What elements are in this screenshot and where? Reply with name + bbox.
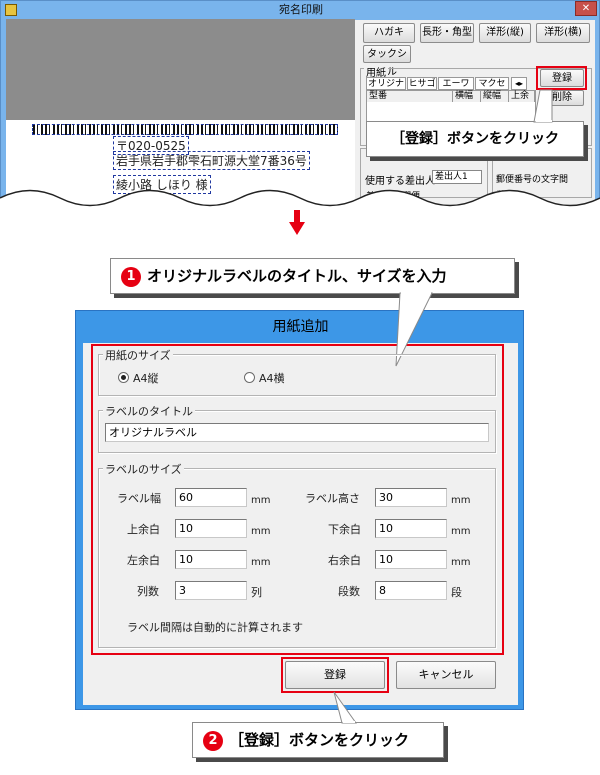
left-margin-input[interactable]: 10 — [175, 550, 247, 569]
label-width-input[interactable]: 60 — [175, 488, 247, 507]
columns-label: 列数 — [137, 585, 159, 598]
left-margin-label: 左余白 — [127, 554, 160, 567]
step-2-text: ［登録］ボタンをクリック — [229, 731, 410, 749]
columns-unit: 列 — [251, 586, 262, 599]
left-margin-unit: mm — [251, 557, 271, 568]
callout-step-1: 1 オリジナルラベルのタイトル、サイズを入力 — [110, 258, 515, 294]
rows-input[interactable]: 8 — [375, 581, 447, 600]
radio-a4-landscape-label: A4横 — [259, 372, 285, 385]
label-size-legend: ラベルのサイズ — [103, 461, 184, 477]
dialog-title: 用紙追加 — [272, 319, 329, 335]
right-margin-label: 右余白 — [328, 554, 361, 567]
bottom-margin-label: 下余白 — [328, 523, 361, 536]
radio-a4-portrait[interactable] — [118, 372, 129, 383]
callout-pointer-2 — [333, 691, 357, 724]
callout-step-2: 2 ［登録］ボタンをクリック — [192, 722, 444, 758]
label-title-legend: ラベルのタイトル — [103, 403, 195, 419]
label-height-label: ラベル高さ — [305, 492, 360, 505]
label-title-input[interactable]: オリジナルラベル — [105, 423, 489, 442]
rows-unit: 段 — [451, 586, 462, 599]
step-1-badge: 1 — [121, 266, 141, 287]
radio-a4-portrait-label: A4縦 — [133, 372, 159, 385]
auto-spacing-note: ラベル間隔は自動的に計算されます — [127, 621, 303, 634]
label-height-unit: mm — [451, 495, 471, 506]
right-margin-input[interactable]: 10 — [375, 550, 447, 569]
label-width-unit: mm — [251, 495, 271, 506]
paper-size-legend: 用紙のサイズ — [103, 347, 173, 363]
bottom-margin-unit: mm — [451, 526, 471, 537]
cancel-button[interactable]: キャンセル — [396, 661, 496, 689]
top-margin-label: 上余白 — [127, 523, 160, 536]
register-button-highlight — [281, 657, 389, 693]
bottom-margin-input[interactable]: 10 — [375, 519, 447, 538]
label-width-label: ラベル幅 — [117, 492, 161, 505]
top-margin-input[interactable]: 10 — [175, 519, 247, 538]
label-height-input[interactable]: 30 — [375, 488, 447, 507]
radio-a4-landscape[interactable] — [244, 372, 255, 383]
step-1-text: オリジナルラベルのタイトル、サイズを入力 — [147, 267, 447, 285]
step-2-badge: 2 — [203, 730, 223, 751]
down-arrow-icon — [289, 210, 305, 235]
rows-label: 段数 — [338, 585, 360, 598]
columns-input[interactable]: 3 — [175, 581, 247, 600]
right-margin-unit: mm — [451, 557, 471, 568]
top-margin-unit: mm — [251, 526, 271, 537]
